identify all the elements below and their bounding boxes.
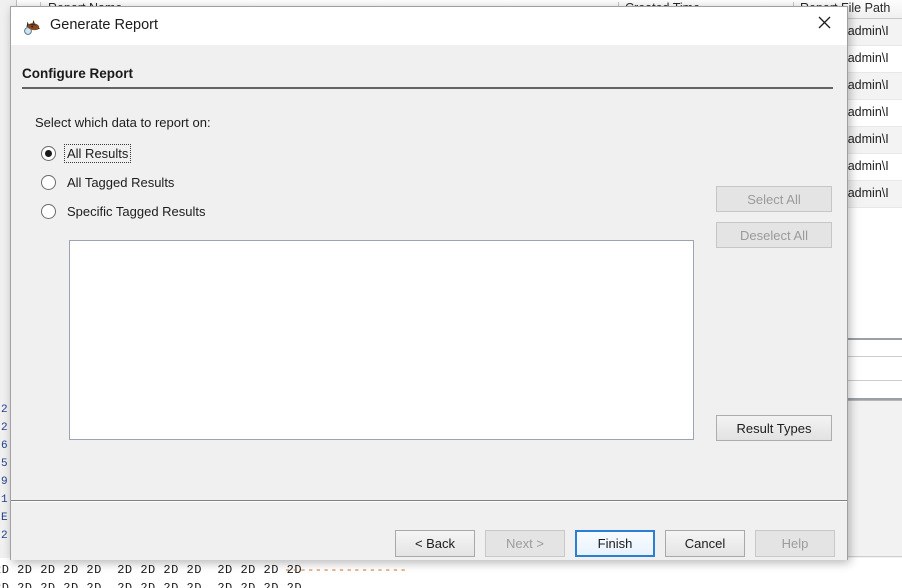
dialog-titlebar[interactable]: Generate Report xyxy=(11,7,847,45)
finish-button[interactable]: Finish xyxy=(575,530,655,557)
gutter-value: 9 xyxy=(1,476,8,488)
gutter-value: 5 xyxy=(1,458,8,470)
back-button[interactable]: < Back xyxy=(395,530,475,557)
deselect-all-button[interactable]: Deselect All xyxy=(716,222,832,248)
hex-viewer: 2D 2D 2D 2D 2D 2D 2D 2D 2D 2D 2D 2D 2D -… xyxy=(0,558,902,588)
cancel-button[interactable]: Cancel xyxy=(665,530,745,557)
gutter-value: 6 xyxy=(1,440,8,452)
result-types-button[interactable]: Result Types xyxy=(716,415,832,441)
app-jackal-icon xyxy=(24,18,42,36)
gutter-value: 2 xyxy=(1,530,8,542)
hex-ascii-column: ---------------- xyxy=(284,563,408,577)
radio-label-specific-tagged-results: Specific Tagged Results xyxy=(67,203,206,219)
gutter-value: 2 xyxy=(1,422,8,434)
close-icon[interactable] xyxy=(801,7,847,38)
radio-indicator-icon xyxy=(41,145,56,161)
dialog-footer: < Back Next > Finish Cancel Help xyxy=(11,502,847,560)
generate-report-dialog: Generate Report Configure Report Select … xyxy=(10,6,848,560)
page-title: Configure Report xyxy=(22,66,133,81)
scope-prompt-label: Select which data to report on: xyxy=(35,115,211,130)
radio-specific-tagged-results[interactable]: Specific Tagged Results xyxy=(41,200,208,222)
dialog-header: Configure Report xyxy=(11,45,847,90)
dialog-title: Generate Report xyxy=(50,17,159,33)
radio-all-tagged-results[interactable]: All Tagged Results xyxy=(41,171,176,193)
gutter-value: E xyxy=(1,512,8,524)
dialog-body: Select which data to report on: All Resu… xyxy=(11,90,847,500)
tagged-results-listbox[interactable] xyxy=(69,240,694,440)
gutter-value: 2 xyxy=(1,404,8,416)
gutter-value: 1 xyxy=(1,494,8,506)
header-divider xyxy=(22,87,833,89)
help-button[interactable]: Help xyxy=(755,530,835,557)
radio-all-results[interactable]: All Results xyxy=(41,142,132,164)
radio-indicator-icon xyxy=(41,174,56,190)
next-button[interactable]: Next > xyxy=(485,530,565,557)
radio-indicator-icon xyxy=(41,203,56,219)
radio-label-all-tagged-results: All Tagged Results xyxy=(67,174,175,190)
select-all-button[interactable]: Select All xyxy=(716,186,832,212)
radio-label-all-results: All Results xyxy=(63,143,132,163)
hex-line: 2D 2D 2D 2D 2D 2D 2D 2D 2D 2D 2D 2D 2D xyxy=(0,563,303,577)
hex-line: 2D 2D 2D 2D 2D 2D 2D 2D 2D 2D 2D 2D 2D xyxy=(0,581,303,588)
